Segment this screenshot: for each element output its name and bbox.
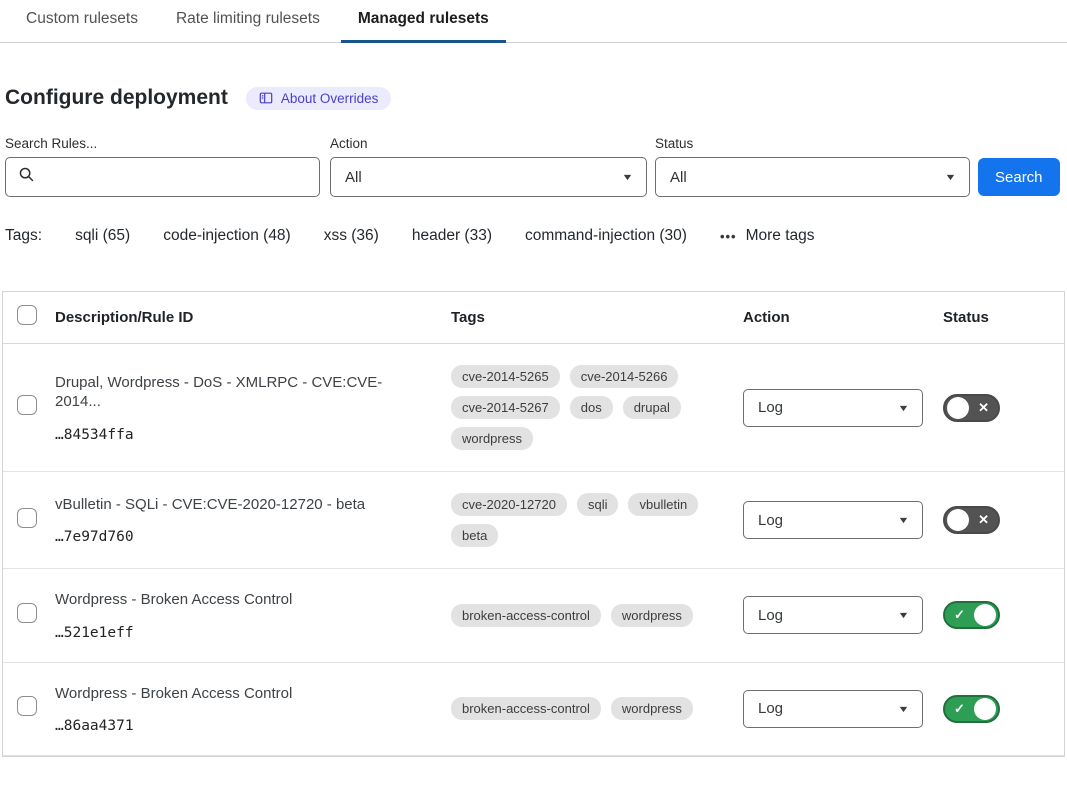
rule-title: Wordpress - Broken Access Control <box>55 590 445 610</box>
rule-title: Drupal, Wordpress - DoS - XMLRPC - CVE:C… <box>55 373 445 412</box>
row-checkbox[interactable] <box>17 395 37 415</box>
more-tags-label: More tags <box>746 227 815 245</box>
tag-pill: vbulletin <box>628 493 698 516</box>
tag-filter-command-injection[interactable]: command-injection (30) <box>525 227 687 245</box>
rule-tags: broken-access-control wordpress <box>451 697 737 720</box>
table-row: Wordpress - Broken Access Control …86aa4… <box>3 663 1064 757</box>
toggle-glyph-icon: ✕ <box>978 400 989 416</box>
rule-action-select[interactable]: Log ▼ <box>743 690 923 728</box>
search-input[interactable] <box>43 169 307 186</box>
rule-id: …521e1eff <box>55 625 445 641</box>
tag-pill: beta <box>451 524 498 547</box>
rule-tags: broken-access-control wordpress <box>451 604 737 627</box>
ruleset-tabs: Custom rulesets Rate limiting rulesets M… <box>0 0 1067 43</box>
row-checkbox[interactable] <box>17 603 37 623</box>
search-icon <box>18 166 35 188</box>
rule-status-toggle[interactable]: ✕ <box>943 394 1000 422</box>
search-button[interactable]: Search <box>978 158 1060 196</box>
rule-action-select[interactable]: Log ▼ <box>743 596 923 634</box>
tags-bar-label: Tags: <box>5 227 42 245</box>
tab-managed-rulesets[interactable]: Managed rulesets <box>341 10 506 42</box>
table-row: Wordpress - Broken Access Control …521e1… <box>3 569 1064 663</box>
tag-filter-sqli[interactable]: sqli (65) <box>75 227 130 245</box>
chevron-down-icon: ▼ <box>897 704 909 714</box>
action-label: Action <box>330 136 647 151</box>
chevron-down-icon: ▼ <box>897 610 909 620</box>
table-row: Drupal, Wordpress - DoS - XMLRPC - CVE:C… <box>3 344 1064 472</box>
status-select-value: All <box>670 169 687 186</box>
chevron-down-icon: ▼ <box>944 172 956 182</box>
tag-pill: broken-access-control <box>451 697 601 720</box>
tag-pill: wordpress <box>451 427 533 450</box>
page-title: Configure deployment <box>5 86 228 110</box>
rule-status-toggle[interactable]: ✓ <box>943 601 1000 629</box>
tag-pill: cve-2014-5265 <box>451 365 560 388</box>
rule-id: …7e97d760 <box>55 529 445 545</box>
tag-pill: wordpress <box>611 604 693 627</box>
rule-action-value: Log <box>758 607 783 624</box>
rule-tags: cve-2020-12720 sqli vbulletin beta <box>451 493 737 547</box>
chevron-down-icon: ▼ <box>897 515 909 525</box>
tag-pill: wordpress <box>611 697 693 720</box>
about-overrides-label: About Overrides <box>281 91 379 106</box>
tag-pill: sqli <box>577 493 619 516</box>
about-overrides-badge[interactable]: About Overrides <box>246 87 392 110</box>
column-header-action: Action <box>737 309 937 326</box>
book-icon <box>259 91 273 105</box>
rule-status-toggle[interactable]: ✓ <box>943 695 1000 723</box>
tag-filter-xss[interactable]: xss (36) <box>324 227 379 245</box>
search-label: Search Rules... <box>5 136 320 151</box>
toggle-glyph-icon: ✓ <box>954 607 965 623</box>
status-field: Status All ▼ <box>655 136 970 197</box>
column-header-description: Description/Rule ID <box>49 309 445 326</box>
rule-action-select[interactable]: Log ▼ <box>743 389 923 427</box>
tag-pill: cve-2014-5267 <box>451 396 560 419</box>
toggle-knob <box>947 397 969 419</box>
tag-pill: drupal <box>623 396 681 419</box>
more-tags-button[interactable]: ••• More tags <box>720 227 815 245</box>
tab-custom-rulesets[interactable]: Custom rulesets <box>9 10 155 42</box>
action-select-value: All <box>345 169 362 186</box>
rule-title: vBulletin - SQLi - CVE:CVE-2020-12720 - … <box>55 495 445 515</box>
rule-title: Wordpress - Broken Access Control <box>55 684 445 704</box>
status-select[interactable]: All ▼ <box>655 157 970 197</box>
rule-id: …86aa4371 <box>55 718 445 734</box>
search-field: Search Rules... <box>5 136 320 197</box>
rule-id: …84534ffa <box>55 427 445 443</box>
toggle-glyph-icon: ✓ <box>954 701 965 717</box>
rule-action-value: Log <box>758 700 783 717</box>
toggle-knob <box>974 698 996 720</box>
toggle-glyph-icon: ✕ <box>978 512 989 528</box>
rule-status-toggle[interactable]: ✕ <box>943 506 1000 534</box>
rules-table: Description/Rule ID Tags Action Status D… <box>2 291 1065 757</box>
tag-pill: dos <box>570 396 613 419</box>
chevron-down-icon: ▼ <box>621 172 633 182</box>
tag-pill: cve-2020-12720 <box>451 493 567 516</box>
tags-bar: Tags: sqli (65) code-injection (48) xss … <box>5 227 1062 245</box>
select-all-checkbox[interactable] <box>17 305 37 325</box>
tab-rate-limiting-rulesets[interactable]: Rate limiting rulesets <box>159 10 337 42</box>
row-checkbox[interactable] <box>17 508 37 528</box>
toggle-knob <box>974 604 996 626</box>
table-header-row: Description/Rule ID Tags Action Status <box>3 292 1064 344</box>
action-field: Action All ▼ <box>330 136 647 197</box>
action-select[interactable]: All ▼ <box>330 157 647 197</box>
ellipsis-icon: ••• <box>720 229 737 244</box>
rule-action-value: Log <box>758 512 783 529</box>
column-header-status: Status <box>937 309 1064 326</box>
tag-pill: broken-access-control <box>451 604 601 627</box>
chevron-down-icon: ▼ <box>897 403 909 413</box>
rule-action-select[interactable]: Log ▼ <box>743 501 923 539</box>
status-label: Status <box>655 136 970 151</box>
toggle-knob <box>947 509 969 531</box>
table-row: vBulletin - SQLi - CVE:CVE-2020-12720 - … <box>3 472 1064 569</box>
rule-action-value: Log <box>758 399 783 416</box>
column-header-tags: Tags <box>445 309 737 326</box>
row-checkbox[interactable] <box>17 696 37 716</box>
tag-pill: cve-2014-5266 <box>570 365 679 388</box>
tag-filter-code-injection[interactable]: code-injection (48) <box>163 227 291 245</box>
tag-filter-header[interactable]: header (33) <box>412 227 492 245</box>
table-body: Drupal, Wordpress - DoS - XMLRPC - CVE:C… <box>3 344 1064 756</box>
rule-tags: cve-2014-5265 cve-2014-5266 cve-2014-5267 d… <box>451 365 737 450</box>
